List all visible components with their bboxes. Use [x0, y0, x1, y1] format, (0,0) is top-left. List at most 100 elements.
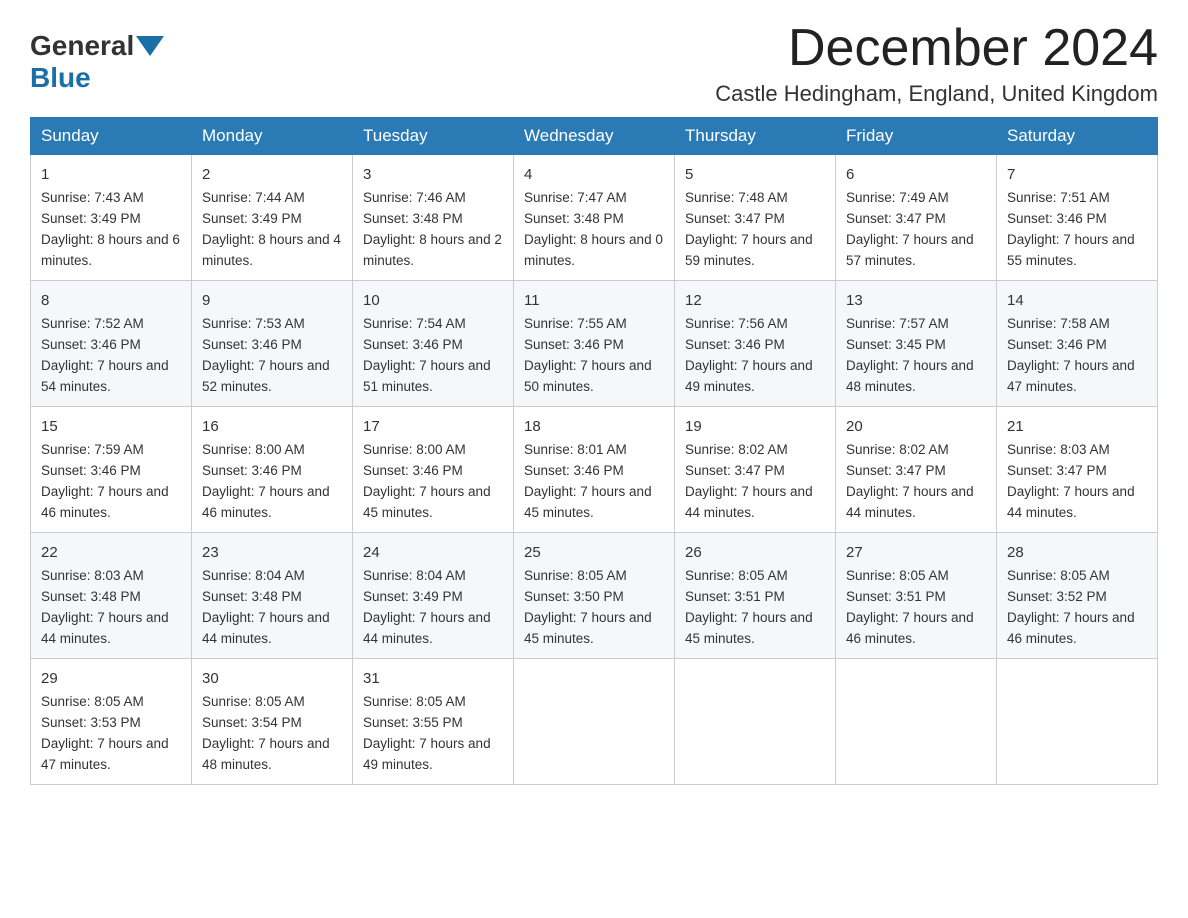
daylight-label: Daylight: 7 hours and 44 minutes.: [363, 610, 491, 646]
day-number: 18: [524, 415, 664, 438]
calendar-cell: 13 Sunrise: 7:57 AM Sunset: 3:45 PM Dayl…: [836, 281, 997, 407]
sunset-label: Sunset: 3:47 PM: [1007, 463, 1107, 478]
sunset-label: Sunset: 3:48 PM: [41, 589, 141, 604]
sunset-label: Sunset: 3:47 PM: [685, 463, 785, 478]
daylight-label: Daylight: 7 hours and 45 minutes.: [685, 610, 813, 646]
calendar-cell: 24 Sunrise: 8:04 AM Sunset: 3:49 PM Dayl…: [353, 533, 514, 659]
week-row-1: 1 Sunrise: 7:43 AM Sunset: 3:49 PM Dayli…: [31, 155, 1158, 281]
daylight-label: Daylight: 7 hours and 46 minutes.: [846, 610, 974, 646]
sunset-label: Sunset: 3:54 PM: [202, 715, 302, 730]
sunrise-label: Sunrise: 7:59 AM: [41, 442, 144, 457]
day-number: 24: [363, 541, 503, 564]
sunrise-label: Sunrise: 7:52 AM: [41, 316, 144, 331]
calendar-cell: 4 Sunrise: 7:47 AM Sunset: 3:48 PM Dayli…: [514, 155, 675, 281]
calendar-cell: 5 Sunrise: 7:48 AM Sunset: 3:47 PM Dayli…: [675, 155, 836, 281]
sunset-label: Sunset: 3:46 PM: [1007, 337, 1107, 352]
daylight-label: Daylight: 7 hours and 49 minutes.: [363, 736, 491, 772]
sunset-label: Sunset: 3:51 PM: [685, 589, 785, 604]
calendar-cell: [514, 658, 675, 784]
daylight-label: Daylight: 7 hours and 46 minutes.: [1007, 610, 1135, 646]
day-number: 28: [1007, 541, 1147, 564]
calendar-cell: 2 Sunrise: 7:44 AM Sunset: 3:49 PM Dayli…: [192, 155, 353, 281]
calendar-cell: 17 Sunrise: 8:00 AM Sunset: 3:46 PM Dayl…: [353, 407, 514, 533]
day-number: 4: [524, 163, 664, 186]
daylight-label: Daylight: 7 hours and 44 minutes.: [846, 484, 974, 520]
logo-general-text: General: [30, 30, 134, 62]
daylight-label: Daylight: 7 hours and 49 minutes.: [685, 358, 813, 394]
sunset-label: Sunset: 3:52 PM: [1007, 589, 1107, 604]
sunset-label: Sunset: 3:47 PM: [846, 211, 946, 226]
calendar-cell: 29 Sunrise: 8:05 AM Sunset: 3:53 PM Dayl…: [31, 658, 192, 784]
calendar-cell: [997, 658, 1158, 784]
day-number: 7: [1007, 163, 1147, 186]
sunrise-label: Sunrise: 8:04 AM: [202, 568, 305, 583]
day-number: 13: [846, 289, 986, 312]
week-row-3: 15 Sunrise: 7:59 AM Sunset: 3:46 PM Dayl…: [31, 407, 1158, 533]
daylight-label: Daylight: 7 hours and 44 minutes.: [41, 610, 169, 646]
sunrise-label: Sunrise: 7:43 AM: [41, 190, 144, 205]
sunset-label: Sunset: 3:51 PM: [846, 589, 946, 604]
calendar-cell: 11 Sunrise: 7:55 AM Sunset: 3:46 PM Dayl…: [514, 281, 675, 407]
sunrise-label: Sunrise: 7:47 AM: [524, 190, 627, 205]
sunrise-label: Sunrise: 7:48 AM: [685, 190, 788, 205]
day-number: 10: [363, 289, 503, 312]
week-row-5: 29 Sunrise: 8:05 AM Sunset: 3:53 PM Dayl…: [31, 658, 1158, 784]
logo-arrow-icon: [136, 36, 164, 56]
sunrise-label: Sunrise: 7:56 AM: [685, 316, 788, 331]
sunset-label: Sunset: 3:46 PM: [524, 337, 624, 352]
sunrise-label: Sunrise: 8:00 AM: [363, 442, 466, 457]
sunrise-label: Sunrise: 8:03 AM: [1007, 442, 1110, 457]
calendar-table: SundayMondayTuesdayWednesdayThursdayFrid…: [30, 117, 1158, 785]
daylight-label: Daylight: 7 hours and 50 minutes.: [524, 358, 652, 394]
calendar-cell: 19 Sunrise: 8:02 AM Sunset: 3:47 PM Dayl…: [675, 407, 836, 533]
calendar-cell: 15 Sunrise: 7:59 AM Sunset: 3:46 PM Dayl…: [31, 407, 192, 533]
sunrise-label: Sunrise: 7:58 AM: [1007, 316, 1110, 331]
sunset-label: Sunset: 3:47 PM: [846, 463, 946, 478]
day-number: 12: [685, 289, 825, 312]
sunset-label: Sunset: 3:48 PM: [202, 589, 302, 604]
sunset-label: Sunset: 3:48 PM: [363, 211, 463, 226]
daylight-label: Daylight: 7 hours and 46 minutes.: [41, 484, 169, 520]
calendar-cell: 1 Sunrise: 7:43 AM Sunset: 3:49 PM Dayli…: [31, 155, 192, 281]
calendar-cell: 25 Sunrise: 8:05 AM Sunset: 3:50 PM Dayl…: [514, 533, 675, 659]
sunrise-label: Sunrise: 8:05 AM: [685, 568, 788, 583]
sunrise-label: Sunrise: 7:51 AM: [1007, 190, 1110, 205]
sunset-label: Sunset: 3:50 PM: [524, 589, 624, 604]
day-number: 21: [1007, 415, 1147, 438]
sunrise-label: Sunrise: 7:44 AM: [202, 190, 305, 205]
sunrise-label: Sunrise: 8:02 AM: [846, 442, 949, 457]
calendar-cell: 26 Sunrise: 8:05 AM Sunset: 3:51 PM Dayl…: [675, 533, 836, 659]
calendar-cell: 7 Sunrise: 7:51 AM Sunset: 3:46 PM Dayli…: [997, 155, 1158, 281]
calendar-cell: 16 Sunrise: 8:00 AM Sunset: 3:46 PM Dayl…: [192, 407, 353, 533]
week-row-4: 22 Sunrise: 8:03 AM Sunset: 3:48 PM Dayl…: [31, 533, 1158, 659]
logo-blue-text: Blue: [30, 62, 91, 93]
day-number: 27: [846, 541, 986, 564]
sunrise-label: Sunrise: 7:49 AM: [846, 190, 949, 205]
calendar-cell: 8 Sunrise: 7:52 AM Sunset: 3:46 PM Dayli…: [31, 281, 192, 407]
sunrise-label: Sunrise: 8:05 AM: [363, 694, 466, 709]
daylight-label: Daylight: 7 hours and 44 minutes.: [1007, 484, 1135, 520]
header-saturday: Saturday: [997, 118, 1158, 155]
sunrise-label: Sunrise: 8:05 AM: [41, 694, 144, 709]
day-number: 8: [41, 289, 181, 312]
sunrise-label: Sunrise: 7:54 AM: [363, 316, 466, 331]
day-number: 6: [846, 163, 986, 186]
daylight-label: Daylight: 8 hours and 2 minutes.: [363, 232, 502, 268]
day-number: 30: [202, 667, 342, 690]
day-number: 16: [202, 415, 342, 438]
location-title: Castle Hedingham, England, United Kingdo…: [715, 81, 1158, 107]
sunset-label: Sunset: 3:49 PM: [363, 589, 463, 604]
day-number: 26: [685, 541, 825, 564]
sunset-label: Sunset: 3:46 PM: [41, 463, 141, 478]
sunrise-label: Sunrise: 8:02 AM: [685, 442, 788, 457]
daylight-label: Daylight: 7 hours and 51 minutes.: [363, 358, 491, 394]
sunrise-label: Sunrise: 7:55 AM: [524, 316, 627, 331]
sunset-label: Sunset: 3:49 PM: [202, 211, 302, 226]
sunset-label: Sunset: 3:53 PM: [41, 715, 141, 730]
daylight-label: Daylight: 7 hours and 47 minutes.: [1007, 358, 1135, 394]
sunrise-label: Sunrise: 8:05 AM: [202, 694, 305, 709]
sunset-label: Sunset: 3:46 PM: [363, 337, 463, 352]
month-title: December 2024: [715, 20, 1158, 77]
daylight-label: Daylight: 7 hours and 48 minutes.: [202, 736, 330, 772]
calendar-cell: 6 Sunrise: 7:49 AM Sunset: 3:47 PM Dayli…: [836, 155, 997, 281]
